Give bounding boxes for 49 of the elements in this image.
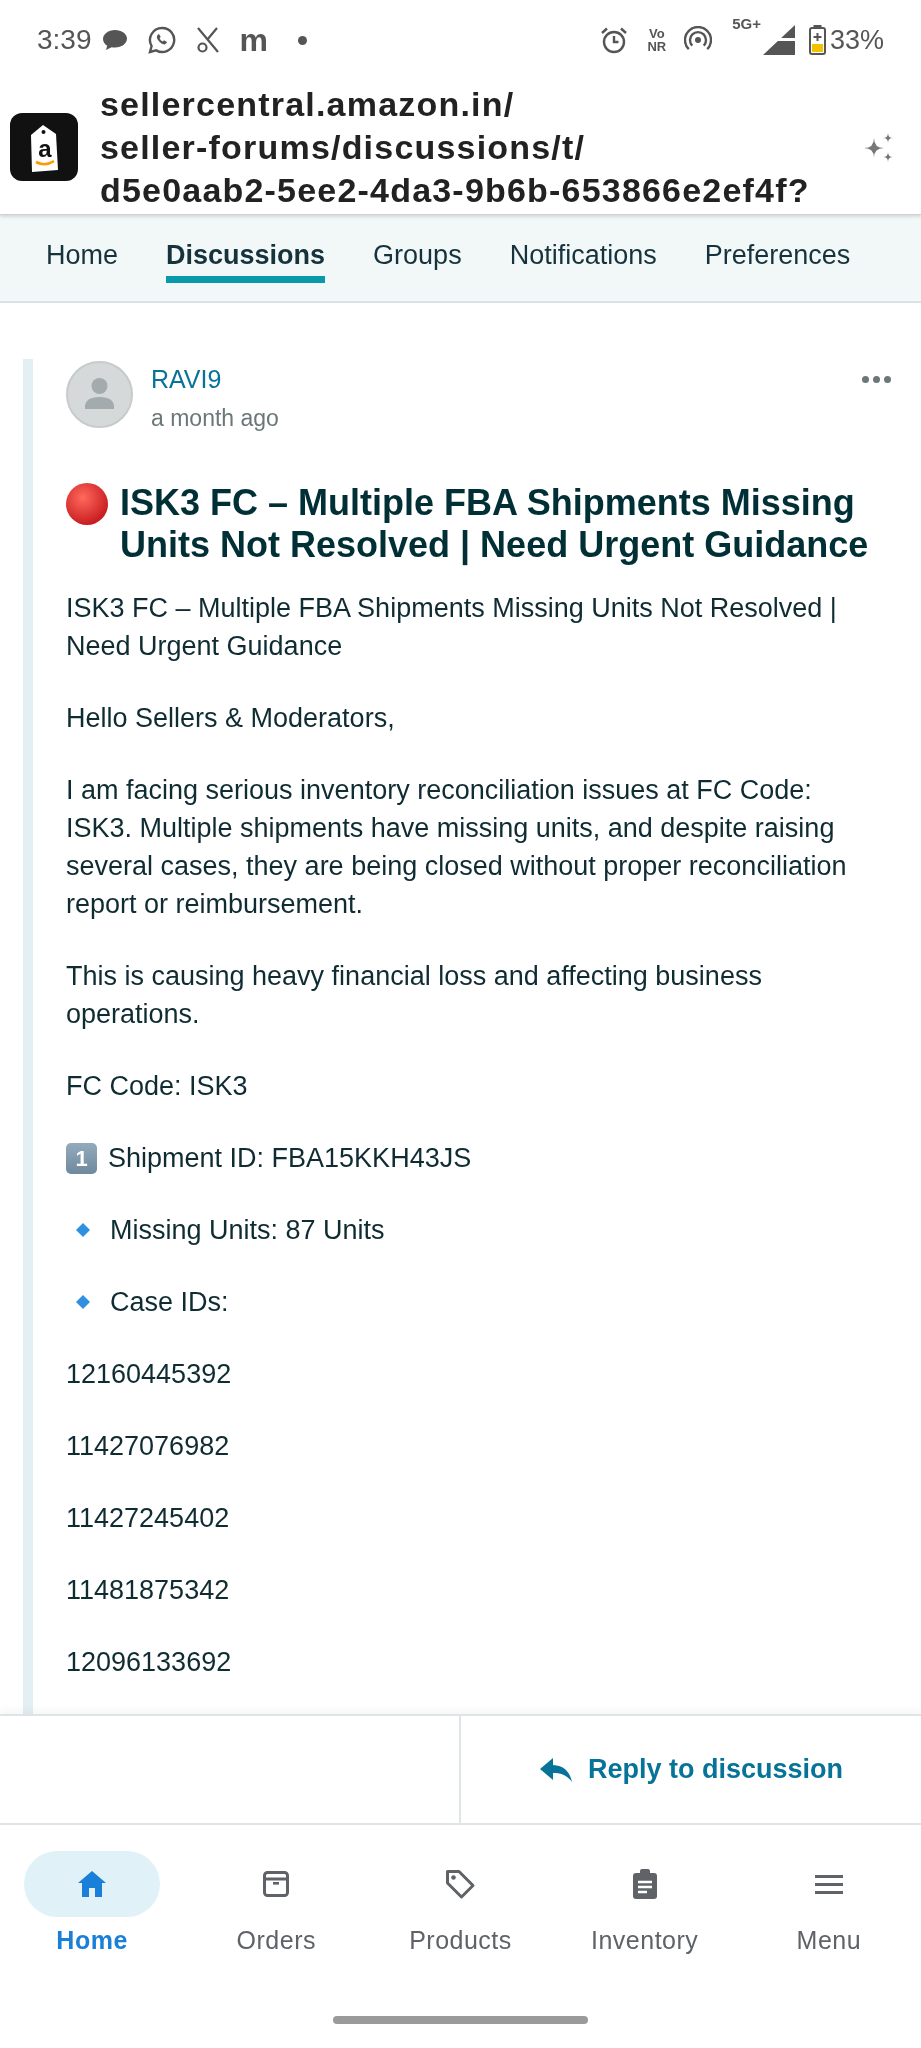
body-text: 11427076982 [66, 1430, 231, 1463]
nav-item[interactable]: Products [409, 1851, 512, 1955]
alarm-clock-icon [601, 26, 628, 54]
body-text: ISK3 FC – Multiple FBA Shipments Missing Units Not Resolved | Need Urgent Guidance [66, 592, 838, 663]
nav-item[interactable]: Orders [236, 1851, 316, 1955]
scissors-icon [195, 26, 220, 54]
nav-item[interactable]: Inventory [591, 1851, 699, 1955]
signal-icon [762, 25, 795, 55]
author-link[interactable]: RAVI9 [151, 364, 222, 394]
post-title: ISK3 FC – Multiple FBA Shipments Missing Units Not Resolved | Need Urgent Guidance [120, 482, 870, 566]
nav-tab[interactable]: Notifications [509, 239, 657, 283]
nav-item[interactable]: Menu [796, 1851, 862, 1955]
dot-icon [297, 35, 307, 45]
body-text: Missing Units: 87 Units [110, 1214, 385, 1247]
body-text: Hello Sellers & Moderators, [66, 702, 396, 735]
page-url: sellercentral.amazon.in/ seller-forums/discussions/t/ d5e0aab2-5ee2-4da3-9b6b-653866e2ef4f? [100, 83, 810, 211]
diamond-icon [76, 1295, 90, 1309]
nav-tab[interactable]: Groups [373, 239, 462, 283]
nav-tab[interactable]: Home [46, 239, 119, 283]
body-text: FC Code: ISK3 [66, 1070, 249, 1103]
phone-bubble-icon [147, 26, 176, 54]
post-time: a month ago [151, 404, 279, 433]
body-text: 11481875342 [66, 1574, 231, 1607]
reply-icon [538, 1756, 573, 1783]
nav-tab[interactable]: Discussions [166, 239, 326, 283]
network-type: 5G+ [732, 14, 761, 32]
reply-button[interactable]: Reply to discussion [538, 1754, 844, 1785]
avatar-icon [66, 361, 133, 428]
body-text: 11427245402 [66, 1502, 231, 1535]
vonr-label: Vo NR [647, 27, 667, 53]
nav-item[interactable]: Home [24, 1851, 161, 1955]
body-text: Shipment ID: FBA15KKH43JS [108, 1142, 472, 1175]
clock-time: 3:39 [37, 24, 92, 56]
nav-tab[interactable]: Preferences [704, 239, 851, 283]
app-logo: a [10, 113, 78, 181]
tag-icon [444, 1868, 477, 1900]
battery-icon [808, 25, 826, 55]
battery-percent: 33% [829, 24, 884, 56]
body-text: I am facing serious inventory reconciliation issues at FC Code: ISK3. Multiple shipments have missing units, and despite raising several cases, they are being closed without proper reconciliation report or reimbursement. [66, 774, 848, 921]
more-icon[interactable] [862, 376, 891, 383]
chat-bubble-icon [101, 29, 128, 51]
body-text: 12096133692 [66, 1646, 233, 1679]
body-text: 12160445392 [66, 1358, 233, 1391]
circle-emoji-icon [66, 483, 108, 525]
notification-letter: m [239, 26, 268, 54]
body-text: Case IDs: [110, 1286, 229, 1319]
body-text: This is causing heavy financial loss and affecting business operations. [66, 960, 763, 1031]
keycap-number: 1 [66, 1142, 97, 1174]
diamond-icon [76, 1223, 90, 1237]
